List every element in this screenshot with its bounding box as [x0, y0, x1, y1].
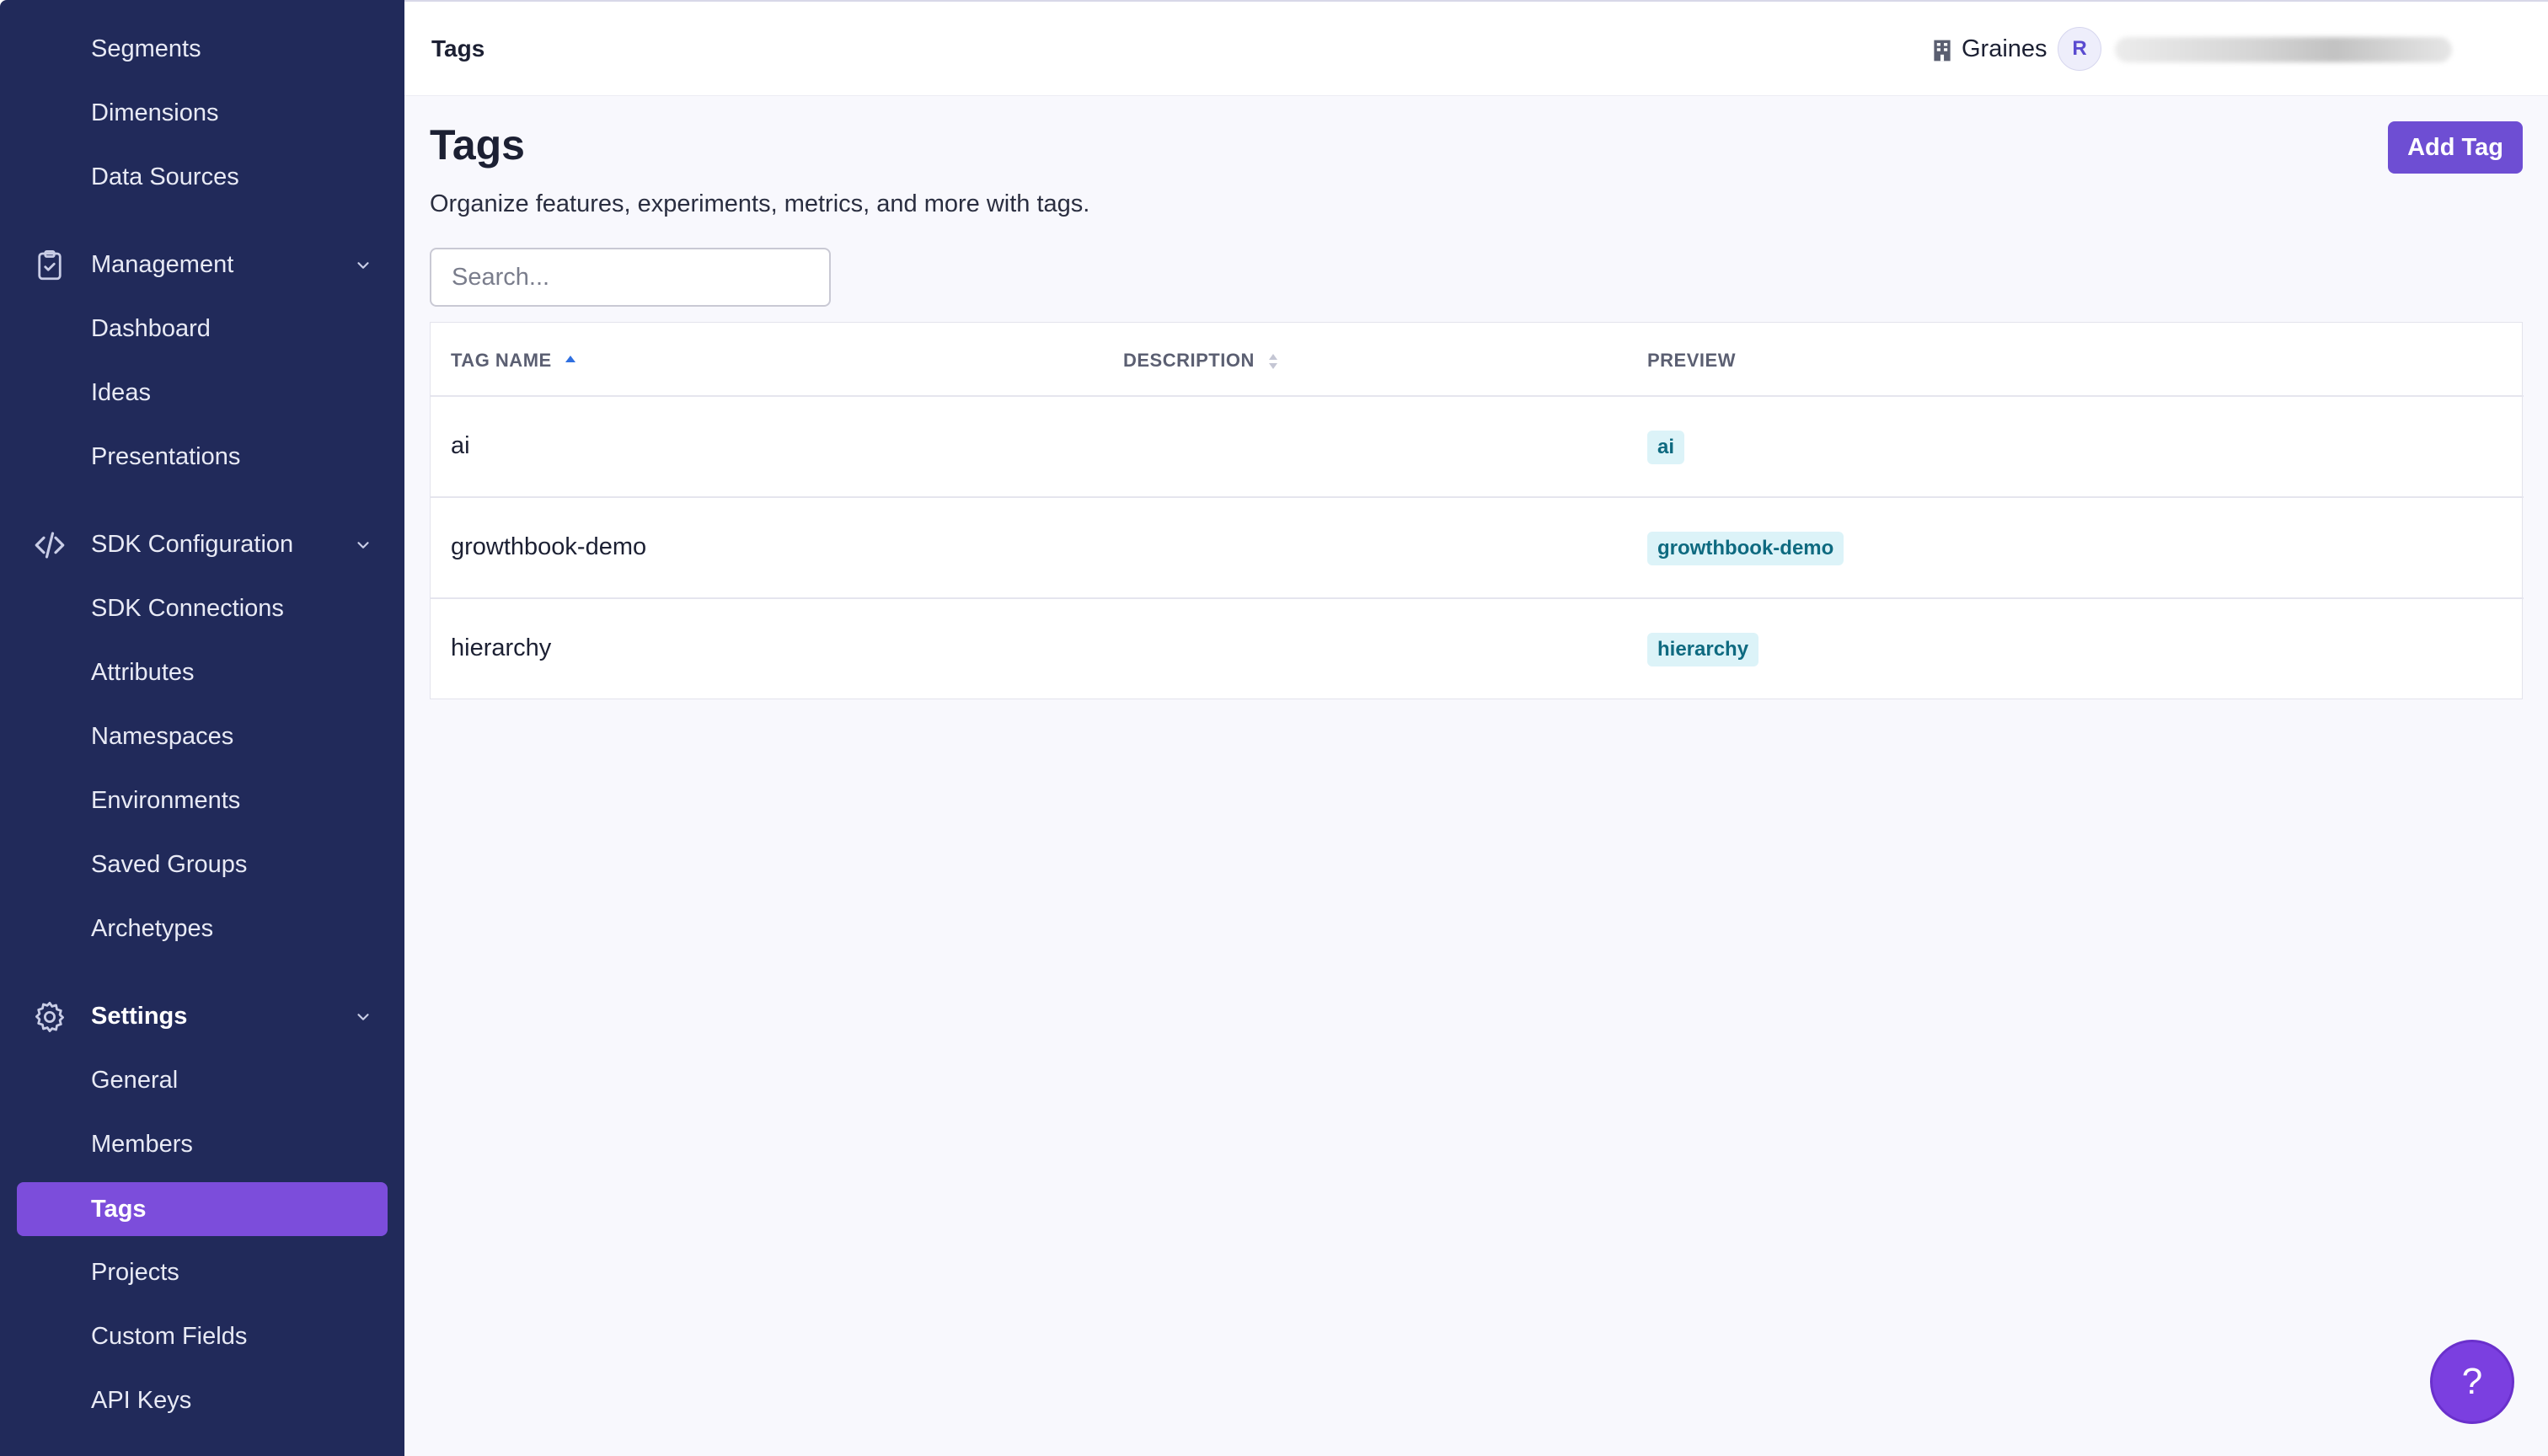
organization-switcher[interactable]: Graines — [1962, 32, 2048, 66]
breadcrumb-title: Tags — [431, 35, 485, 62]
tag-name-cell: ai — [451, 432, 470, 459]
chevron-down-icon[interactable] — [354, 256, 372, 275]
sidebar-item-presentations[interactable]: Presentations — [91, 440, 240, 474]
column-header-label: DESCRIPTION — [1123, 350, 1255, 371]
chevron-down-icon[interactable] — [354, 536, 372, 554]
user-name-redacted[interactable] — [2115, 37, 2452, 62]
clipboard-check-icon — [38, 249, 62, 281]
sidebar-item-sdk-connections[interactable]: SDK Connections — [91, 592, 284, 625]
help-button[interactable]: ? — [2430, 1340, 2514, 1424]
avatar[interactable]: R — [2058, 27, 2101, 71]
sort-icon — [1269, 354, 1278, 370]
page-description: Organize features, experiments, metrics,… — [430, 190, 1090, 217]
column-header-label: TAG NAME — [451, 350, 552, 371]
building-icon — [1934, 40, 1951, 62]
sidebar-group-label: SDK Configuration — [91, 531, 294, 558]
tags-table: TAG NAME DESCRIPTION PREVIEW ai ai growt… — [430, 322, 2524, 699]
add-tag-button[interactable]: Add Tag — [2388, 121, 2523, 174]
sort-ascending-icon — [565, 356, 576, 363]
chevron-down-icon[interactable] — [354, 1008, 372, 1026]
main-content: Tags Graines R Tags Organize features, e… — [404, 0, 2548, 1456]
sidebar-group-sdk-configuration[interactable]: SDK Configuration — [0, 519, 404, 570]
code-icon — [35, 532, 65, 559]
sidebar-item-ideas[interactable]: Ideas — [91, 376, 151, 410]
sidebar-item-segments[interactable]: Segments — [91, 32, 201, 66]
tag-preview-badge: growthbook-demo — [1647, 532, 1844, 565]
page-title: Tags — [430, 121, 525, 169]
sidebar-item-tags[interactable]: Tags — [17, 1182, 388, 1236]
sidebar: Segments Dimensions Data Sources Managem… — [0, 0, 404, 1456]
sidebar-item-namespaces[interactable]: Namespaces — [91, 720, 233, 753]
sidebar-item-archetypes[interactable]: Archetypes — [91, 912, 213, 945]
column-header-preview: PREVIEW — [1647, 350, 1736, 371]
sidebar-item-data-sources[interactable]: Data Sources — [91, 160, 239, 194]
tag-preview-badge: ai — [1647, 431, 1685, 464]
sidebar-item-general[interactable]: General — [91, 1063, 178, 1097]
sidebar-item-api-keys[interactable]: API Keys — [91, 1384, 191, 1417]
sidebar-item-dashboard[interactable]: Dashboard — [91, 312, 211, 345]
sidebar-item-label: Tags — [91, 1196, 147, 1223]
app: Segments Dimensions Data Sources Managem… — [0, 0, 2548, 1456]
sidebar-group-settings[interactable]: Settings — [0, 991, 404, 1041]
sidebar-item-members[interactable]: Members — [91, 1127, 193, 1161]
column-header-tag-name[interactable]: TAG NAME — [451, 348, 577, 373]
sidebar-group-label: Settings — [91, 1003, 188, 1030]
gear-icon — [35, 1001, 64, 1033]
tag-preview-badge: hierarchy — [1647, 633, 1759, 666]
sidebar-item-projects[interactable]: Projects — [91, 1255, 179, 1289]
table-row[interactable]: hierarchy hierarchy — [431, 597, 2524, 699]
table-row[interactable]: growthbook-demo growthbook-demo — [431, 496, 2524, 597]
sidebar-item-saved-groups[interactable]: Saved Groups — [91, 848, 247, 881]
sidebar-group-label: Management — [91, 251, 234, 278]
search-input[interactable] — [430, 248, 831, 307]
tag-name-cell: growthbook-demo — [451, 533, 647, 560]
column-header-description[interactable]: DESCRIPTION — [1123, 348, 1280, 373]
sidebar-item-environments[interactable]: Environments — [91, 784, 240, 817]
sidebar-item-custom-fields[interactable]: Custom Fields — [91, 1320, 247, 1353]
top-bar: Tags Graines R — [404, 2, 2548, 96]
sidebar-item-dimensions[interactable]: Dimensions — [91, 96, 219, 130]
sidebar-item-attributes[interactable]: Attributes — [91, 656, 195, 689]
table-row[interactable]: ai ai — [431, 395, 2524, 496]
sidebar-group-management[interactable]: Management — [0, 239, 404, 290]
tag-name-cell: hierarchy — [451, 634, 552, 661]
